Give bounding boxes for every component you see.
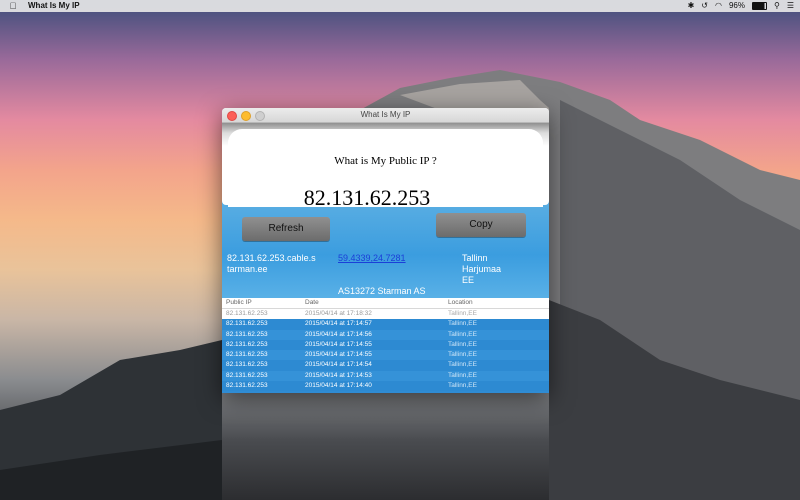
cell-date: 2015/04/14 at 17:14:57 — [305, 320, 372, 328]
cell-ip: 82.131.62.253 — [226, 351, 268, 359]
window-controls — [227, 111, 265, 121]
battery-percent[interactable]: 96% — [729, 0, 745, 12]
cell-location: Tallinn,EE — [448, 351, 477, 359]
table-row[interactable]: 82.131.62.253 2015/04/14 at 17:14:54 Tal… — [222, 360, 549, 371]
notification-center-icon[interactable]: ☰ — [787, 0, 794, 12]
wifi-icon[interactable]: ◠ — [715, 0, 722, 12]
ip-panel: What is My Public IP ? 82.131.62.253 Ref… — [222, 123, 549, 299]
cell-ip: 82.131.62.253 — [226, 320, 268, 328]
header-location[interactable]: Location — [448, 298, 473, 308]
cell-date: 2015/04/14 at 17:14:40 — [305, 382, 372, 390]
location-city: Tallinn — [462, 253, 488, 263]
time-machine-icon[interactable]: ↺ — [701, 0, 708, 12]
table-row[interactable]: 82.131.62.253 2015/04/14 at 17:14:53 Tal… — [222, 370, 549, 382]
cell-location: Tallinn,EE — [448, 361, 477, 369]
cell-ip: 82.131.62.253 — [226, 340, 268, 348]
window-title: What Is My IP — [360, 110, 411, 119]
coordinates-link[interactable]: 59.4339,24.7281 — [338, 253, 406, 264]
table-row[interactable]: 82.131.62.253 2015/04/14 at 17:14:55 Tal… — [222, 339, 549, 351]
table-row[interactable]: 82.131.62.253 2015/04/14 at 17:14:56 Tal… — [222, 329, 549, 340]
cell-location: Tallinn,EE — [448, 382, 477, 390]
close-button[interactable] — [227, 111, 237, 121]
table-header: Public IP Date Location — [222, 298, 549, 309]
copy-button[interactable]: Copy — [436, 213, 526, 237]
cell-location: Tallinn,EE — [448, 330, 477, 338]
apple-icon[interactable]:  — [6, 0, 20, 12]
bluetooth-icon[interactable]: ✱ — [688, 0, 695, 12]
header-date[interactable]: Date — [305, 298, 319, 308]
location-region: Harjumaa — [462, 264, 502, 274]
table-row[interactable]: 82.131.62.253 2015/04/14 at 17:14:57 Tal… — [222, 319, 549, 330]
location-country: EE — [462, 275, 475, 285]
menu-bar:  What Is My IP ✱ ↺ ◠ 96% ⚲ ☰ — [0, 0, 800, 12]
asn-value: AS13272 Starman AS — [338, 286, 426, 296]
cell-date: 2015/04/14 at 17:14:55 — [305, 340, 372, 348]
table-row[interactable]: 82.131.62.253 2015/04/14 at 17:14:40 Tal… — [222, 381, 549, 392]
public-ip-value: 82.131.62.253 — [303, 185, 431, 210]
table-row[interactable]: 82.131.62.253 2015/04/14 at 17:14:55 Tal… — [222, 350, 549, 361]
cell-date: 2015/04/14 at 17:14:55 — [305, 351, 372, 359]
history-table: Public IP Date Location 82.131.62.253 20… — [222, 298, 549, 393]
cell-ip: 82.131.62.253 — [226, 361, 268, 369]
cell-location: Tallinn,EE — [448, 340, 477, 348]
cell-ip: 82.131.62.253 — [226, 310, 268, 317]
cell-date: 2015/04/14 at 17:14:53 — [305, 371, 372, 379]
cell-date: 2015/04/14 at 17:14:56 — [305, 330, 372, 338]
cell-date: 2015/04/14 at 17:14:54 — [305, 361, 372, 369]
table-row[interactable]: 82.131.62.253 2015/04/14 at 17:18:32 Tal… — [222, 309, 549, 320]
cell-date: 2015/04/14 at 17:18:32 — [305, 310, 372, 317]
location-value: Tallinn Harjumaa EE — [462, 253, 501, 286]
spotlight-icon[interactable]: ⚲ — [774, 0, 780, 12]
app-window: What Is My IP What is My Public IP ? 82.… — [222, 108, 549, 393]
title-bar[interactable]: What Is My IP — [222, 108, 549, 123]
cell-ip: 82.131.62.253 — [226, 371, 268, 379]
cell-location: Tallinn,EE — [448, 310, 477, 317]
battery-icon[interactable] — [751, 2, 767, 10]
cell-ip: 82.131.62.253 — [226, 330, 268, 338]
refresh-button[interactable]: Refresh — [242, 217, 330, 241]
question-label: What is My Public IP ? — [334, 155, 437, 167]
minimize-button[interactable] — [241, 111, 251, 121]
menu-app-name[interactable]: What Is My IP — [28, 0, 80, 12]
hostname-value: 82.131.62.253.cable.starman.ee — [227, 253, 316, 274]
zoom-button[interactable] — [255, 111, 265, 121]
cell-location: Tallinn,EE — [448, 320, 477, 328]
cell-location: Tallinn,EE — [448, 371, 477, 379]
header-public-ip[interactable]: Public IP — [226, 298, 252, 308]
cell-ip: 82.131.62.253 — [226, 382, 268, 390]
status-area: ✱ ↺ ◠ 96% ⚲ ☰ — [688, 0, 800, 12]
